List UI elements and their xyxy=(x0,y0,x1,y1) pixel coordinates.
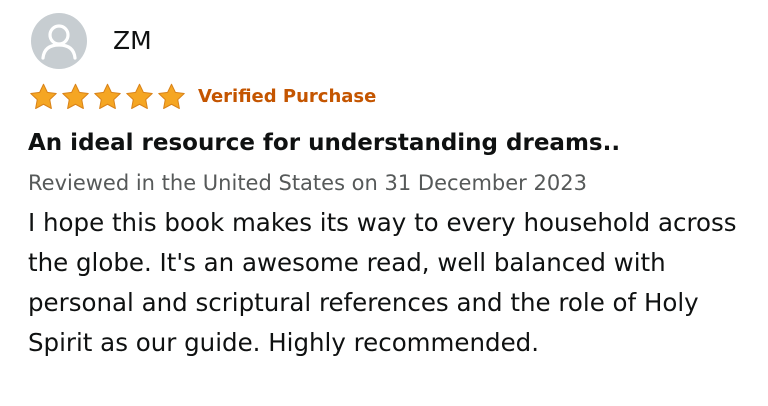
star-icon xyxy=(62,83,89,109)
star-icon xyxy=(30,83,57,109)
reviewer-name[interactable]: ZM xyxy=(113,26,152,56)
verified-purchase-badge: Verified Purchase xyxy=(198,86,377,107)
star-icon xyxy=(126,83,153,109)
star-icon xyxy=(158,83,185,109)
review-title[interactable]: An ideal resource for understanding drea… xyxy=(28,126,620,160)
star-rating[interactable] xyxy=(28,82,188,112)
customer-review: ZM Verified Purchase An ideal resource f… xyxy=(0,0,768,406)
reviewer-profile[interactable]: ZM xyxy=(31,13,152,69)
star-icon xyxy=(94,83,121,109)
avatar[interactable] xyxy=(31,13,87,69)
review-body: I hope this book makes its way to every … xyxy=(28,208,737,357)
rating-row: Verified Purchase xyxy=(28,82,377,112)
default-profile-icon xyxy=(31,13,87,69)
review-date: Reviewed in the United States on 31 Dece… xyxy=(28,171,587,195)
